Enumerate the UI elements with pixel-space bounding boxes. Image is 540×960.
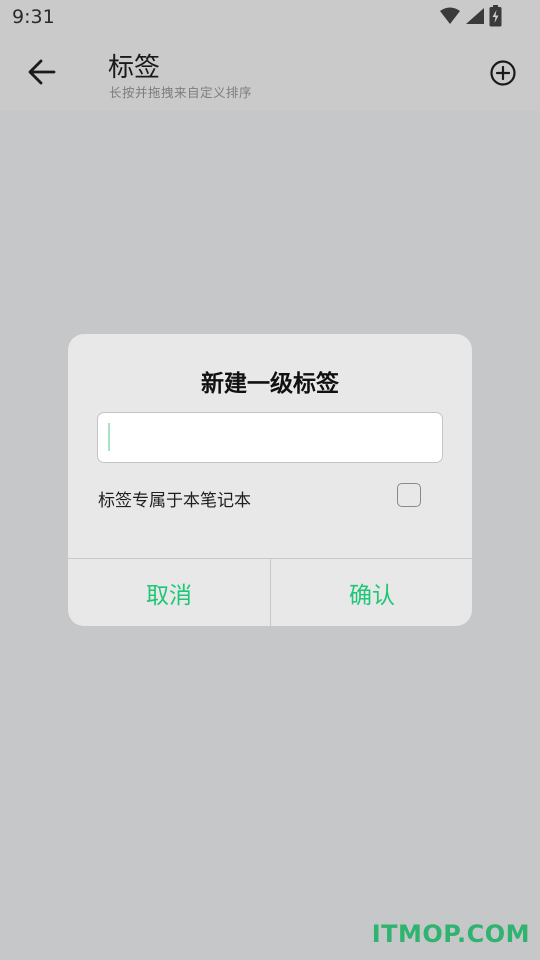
plus-circle-icon [489,59,517,91]
status-icons [439,5,502,31]
page-title: 标签 [108,53,161,83]
dialog-title: 新建一级标签 [201,371,339,397]
status-time: 9:31 [12,6,55,28]
wifi-icon [439,7,461,29]
cancel-button[interactable]: 取消 [68,559,270,626]
back-button[interactable] [22,56,62,92]
app-bar: 标签 长按并拖拽来自定义排序 [0,36,540,111]
arrow-left-icon [28,59,56,89]
exclusive-label: 标签专属于本笔记本 [98,491,251,511]
confirm-button[interactable]: 确认 [271,559,472,626]
exclusive-checkbox[interactable] [397,483,421,507]
battery-charging-icon [489,5,502,31]
add-tag-button[interactable] [488,60,518,90]
text-caret [108,423,110,451]
watermark-logo: ITMOP.COM [371,920,530,948]
cell-signal-icon [465,7,485,29]
new-tag-dialog: 新建一级标签 标签专属于本笔记本 取消 确认 [68,334,472,626]
page-subtitle: 长按并拖拽来自定义排序 [109,85,253,100]
tag-name-input[interactable] [97,412,443,463]
status-bar: 9:31 [0,0,540,36]
